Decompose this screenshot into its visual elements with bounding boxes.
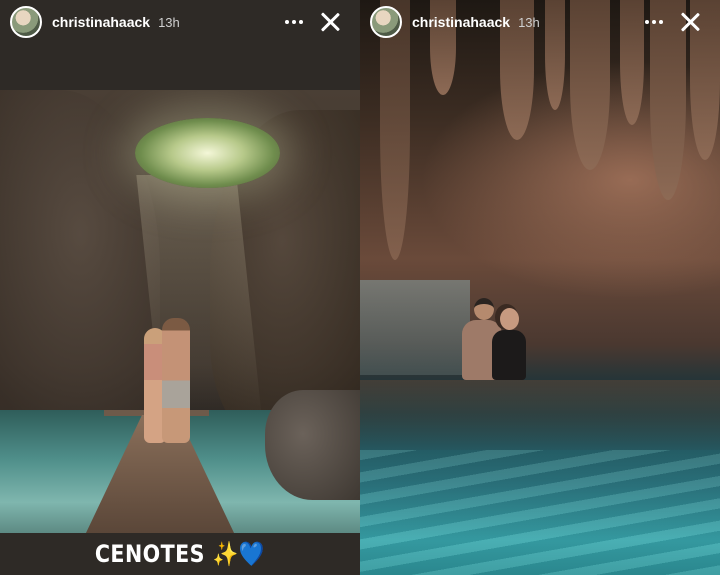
close-icon[interactable] bbox=[678, 10, 702, 34]
story-caption: CENOTES ✨💙 bbox=[94, 540, 265, 568]
story-panel-left: christinahaack 13h CENOTES ✨💙 bbox=[0, 0, 360, 575]
timestamp: 13h bbox=[518, 14, 540, 30]
person-woman bbox=[492, 330, 526, 380]
rock bbox=[265, 390, 360, 500]
couple-figures bbox=[460, 294, 534, 384]
more-options-icon[interactable] bbox=[282, 10, 306, 34]
username[interactable]: christinahaack bbox=[52, 14, 150, 30]
cave-wall bbox=[360, 280, 470, 375]
cave-skylight bbox=[135, 118, 280, 188]
close-icon[interactable] bbox=[318, 10, 342, 34]
story-header: christinahaack 13h bbox=[0, 0, 360, 44]
person-head bbox=[500, 308, 519, 330]
profile-avatar[interactable] bbox=[10, 6, 42, 38]
person-head bbox=[474, 298, 494, 320]
more-options-icon[interactable] bbox=[642, 10, 666, 34]
story-photo-cave-stalactites[interactable] bbox=[360, 0, 720, 575]
person-man bbox=[162, 318, 190, 443]
story-header: christinahaack 13h bbox=[360, 0, 720, 44]
story-photo-cenote-skylight[interactable] bbox=[0, 90, 360, 533]
caption-bar: CENOTES ✨💙 bbox=[0, 533, 360, 575]
couple-figures bbox=[140, 318, 200, 446]
water-reflection bbox=[360, 380, 720, 450]
turquoise-water bbox=[360, 450, 720, 575]
timestamp: 13h bbox=[158, 14, 180, 30]
profile-avatar[interactable] bbox=[370, 6, 402, 38]
story-panel-right: christinahaack 13h bbox=[360, 0, 720, 575]
username[interactable]: christinahaack bbox=[412, 14, 510, 30]
